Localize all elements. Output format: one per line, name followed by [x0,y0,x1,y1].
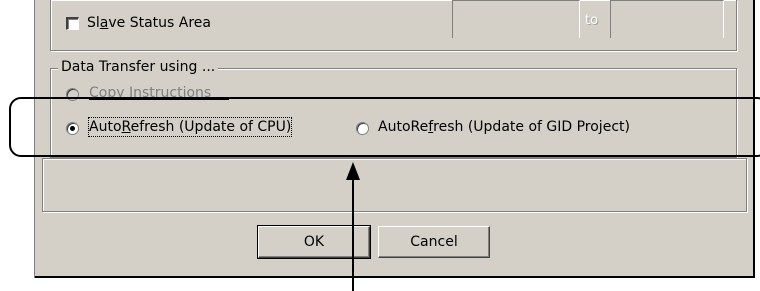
range-to-label: to [585,13,599,28]
highlight-callout-box [9,97,760,157]
slave-status-label: Slave Status Area [87,15,212,31]
arrow-line [352,178,354,291]
slave-range-end-field[interactable] [610,0,724,38]
data-transfer-title: Data Transfer using ... [58,58,219,76]
cancel-button[interactable]: Cancel [378,226,490,258]
slave-status-checkbox[interactable] [66,17,79,30]
bottom-panel [42,158,747,212]
slave-range-start-field[interactable] [452,0,580,38]
